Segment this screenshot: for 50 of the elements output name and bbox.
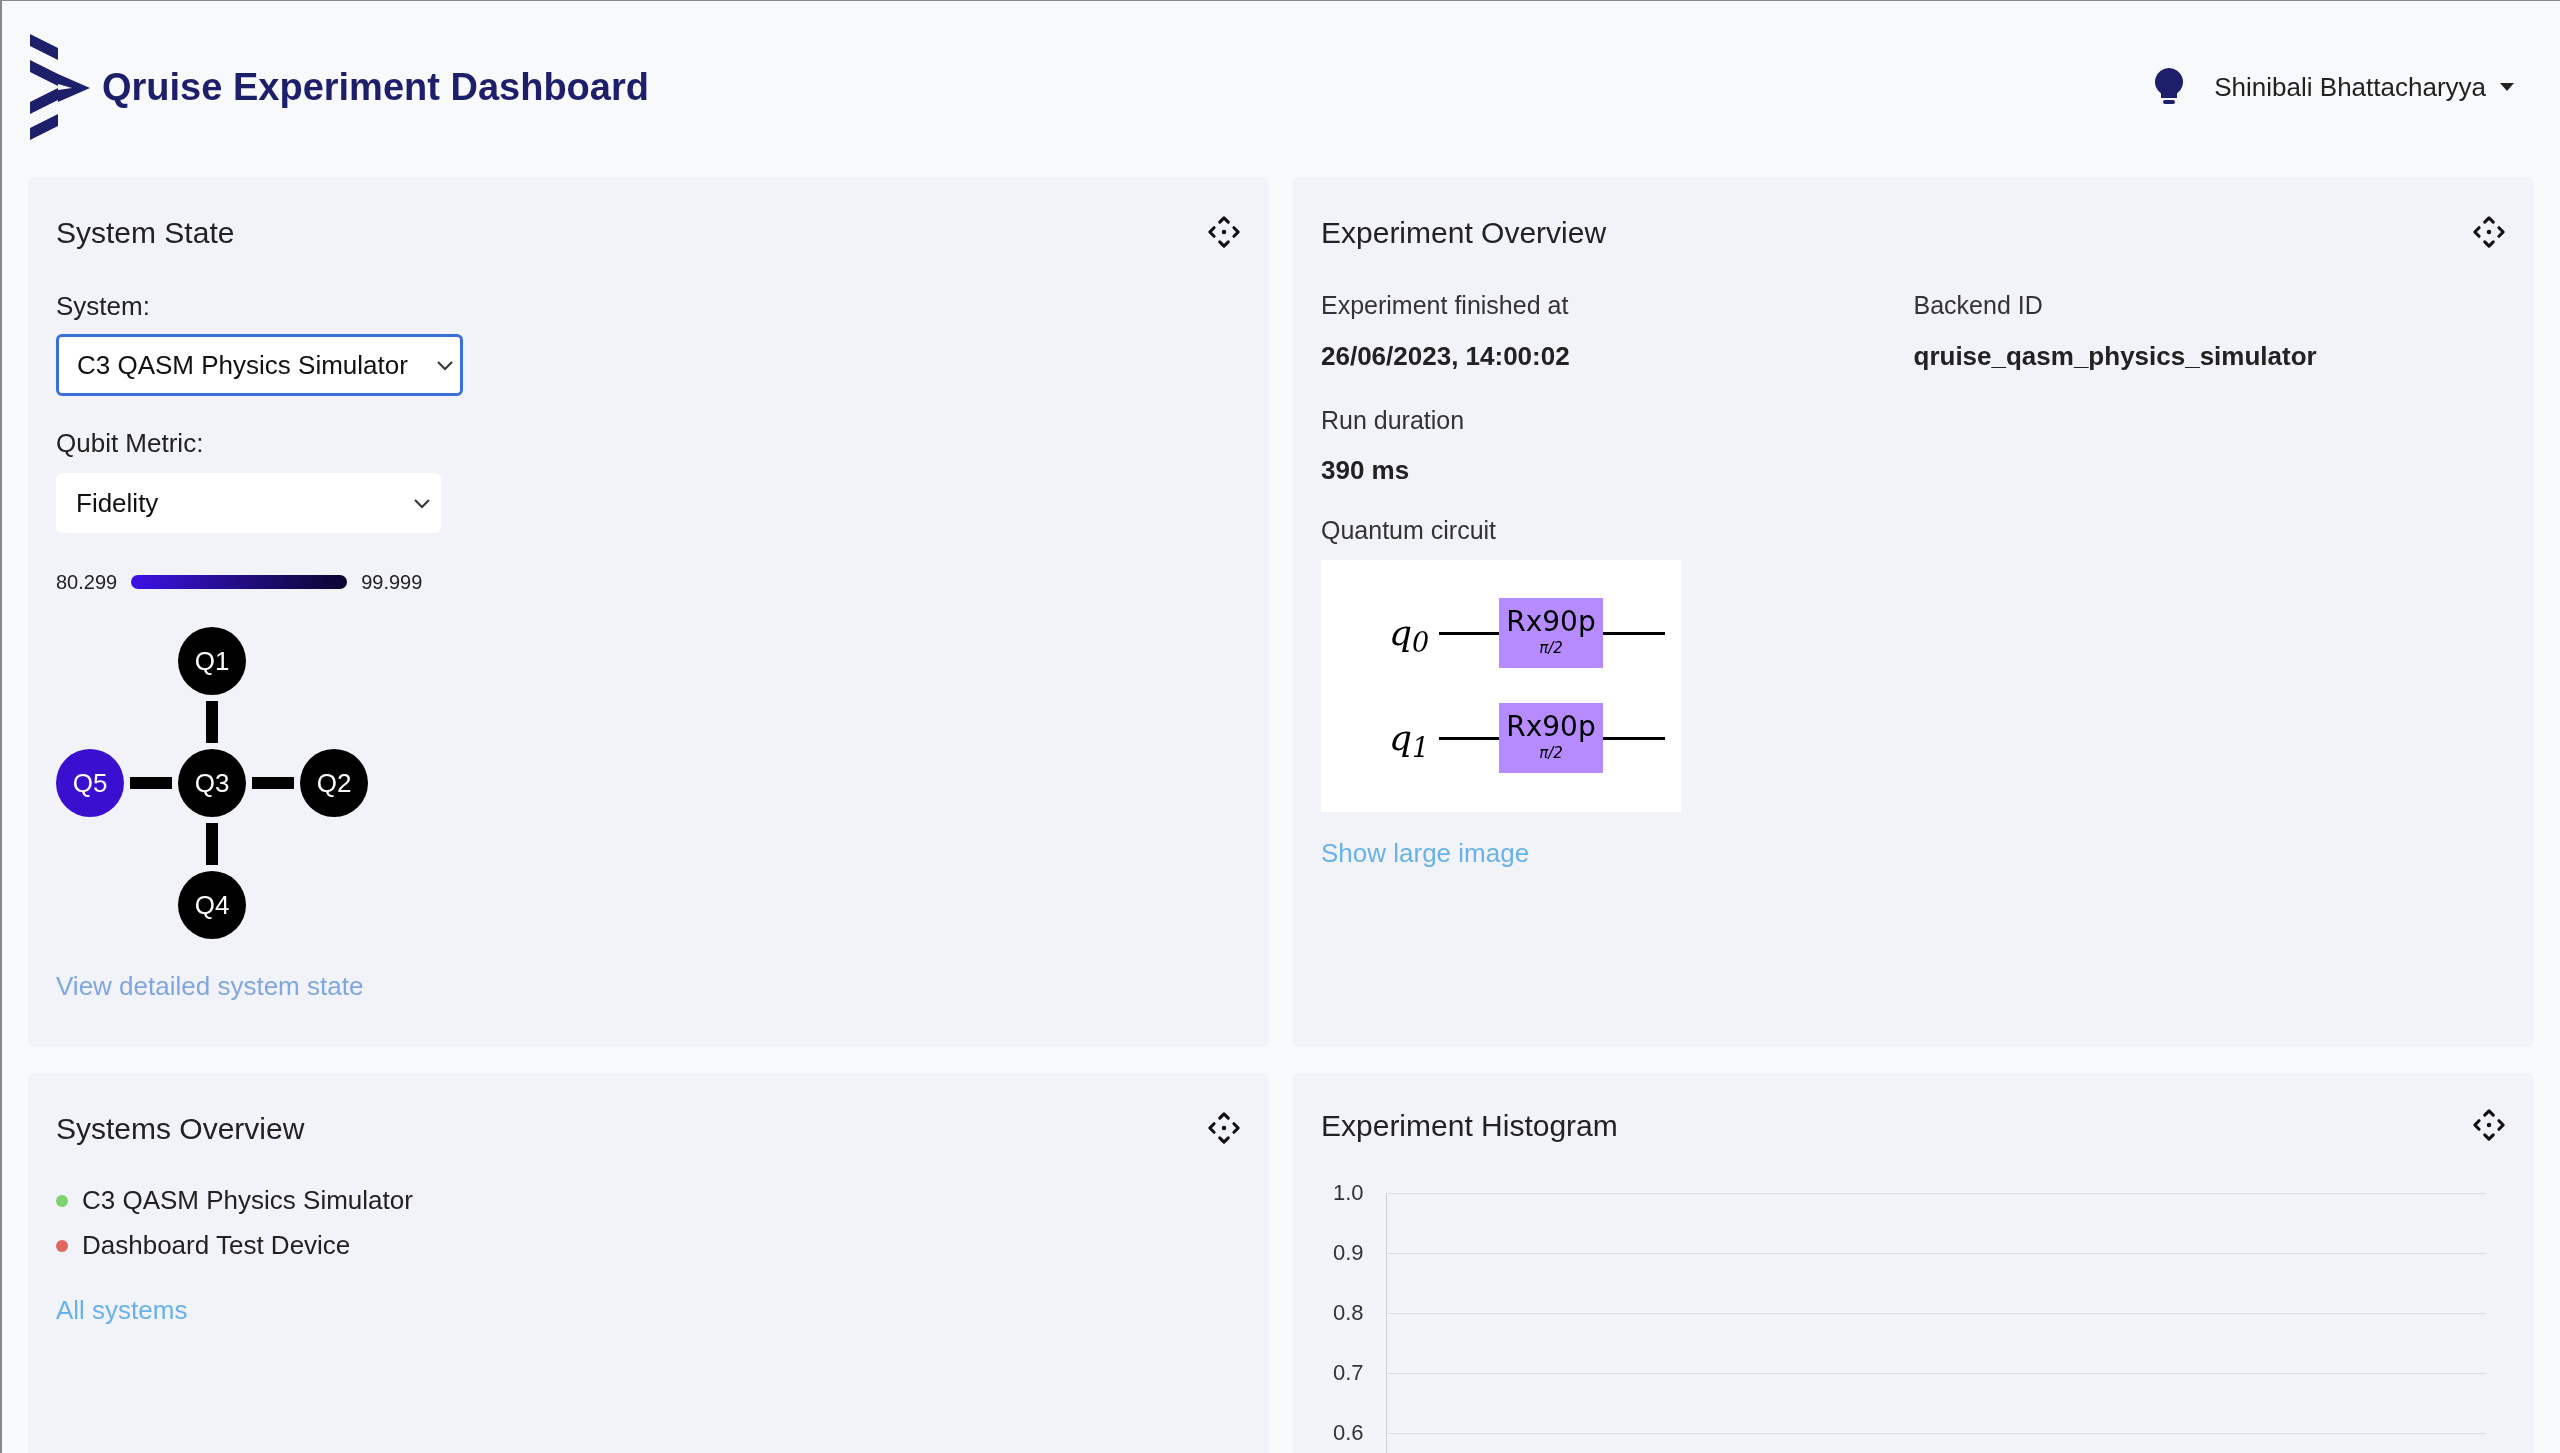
scale-max: 99.999 <box>361 570 423 595</box>
system-name: C3 QASM Physics Simulator <box>82 1184 413 1217</box>
field-label: Backend ID <box>1913 290 2044 321</box>
lightbulb-icon[interactable] <box>2154 68 2185 106</box>
wire-line <box>1603 631 1665 635</box>
field-label: System: <box>56 290 151 323</box>
wire-label: q$_{0}$ <box>1389 611 1431 660</box>
axis-tick-label: 0.8 <box>1333 1302 1364 1324</box>
qubit-node[interactable]: Q5 <box>56 749 124 817</box>
field-label: Run duration <box>1321 404 1466 436</box>
move-icon[interactable] <box>1207 1111 1241 1145</box>
gate-param: π/2 <box>1539 637 1563 659</box>
qubit-node[interactable]: Q1 <box>178 627 246 695</box>
panel-title: Systems Overview <box>56 1110 305 1147</box>
axis-tick-label: 0.7 <box>1333 1362 1364 1384</box>
gate-name: Rx90p <box>1506 606 1596 637</box>
panel-title: Experiment Overview <box>1321 214 1607 251</box>
field-value: 390 ms <box>1321 454 1411 487</box>
chevron-down-icon <box>436 359 454 371</box>
chevron-down-icon <box>413 497 431 509</box>
move-icon[interactable] <box>2472 215 2506 249</box>
gate-param: π/2 <box>1539 742 1563 764</box>
field-value: 26/06/2023, 14:00:02 <box>1321 339 1571 373</box>
panel-title: Experiment Histogram <box>1321 1107 1618 1144</box>
qubit-node[interactable]: Q3 <box>178 749 246 817</box>
axis-tick-label: 0.9 <box>1333 1242 1364 1264</box>
qubit-node[interactable]: Q2 <box>300 749 368 817</box>
system-select[interactable]: C3 QASM Physics Simulator <box>56 334 463 396</box>
qubit-node[interactable]: Q4 <box>178 871 246 939</box>
caret-icon <box>2500 83 2514 91</box>
metric-select[interactable]: Fidelity <box>56 473 441 533</box>
move-icon[interactable] <box>2472 1108 2506 1142</box>
scale-min: 80.299 <box>56 570 118 595</box>
move-icon[interactable] <box>1207 215 1241 249</box>
wire-line <box>1603 736 1665 740</box>
axis-tick-label: 0.6 <box>1333 1422 1364 1444</box>
logo-icon <box>30 34 90 140</box>
field-label: Qubit Metric: <box>56 427 205 460</box>
panel-title: System State <box>56 214 235 251</box>
axis-tick-label: 1.0 <box>1333 1182 1364 1204</box>
user-menu[interactable]: Shinibali Bhattacharyya <box>2214 67 2514 107</box>
field-label: Quantum circuit <box>1321 515 1498 546</box>
wire-line <box>1439 736 1499 740</box>
field-value: qruise_qasm_physics_simulator <box>1913 339 2318 373</box>
wire-label: q$_{1}$ <box>1389 716 1431 765</box>
system-name: Dashboard Test Device <box>82 1229 351 1262</box>
gate-name: Rx90p <box>1506 711 1596 742</box>
wire-line <box>1439 631 1499 635</box>
app-title: Qruise Experiment Dashboard <box>102 64 649 110</box>
field-label: Experiment finished at <box>1321 290 1570 321</box>
